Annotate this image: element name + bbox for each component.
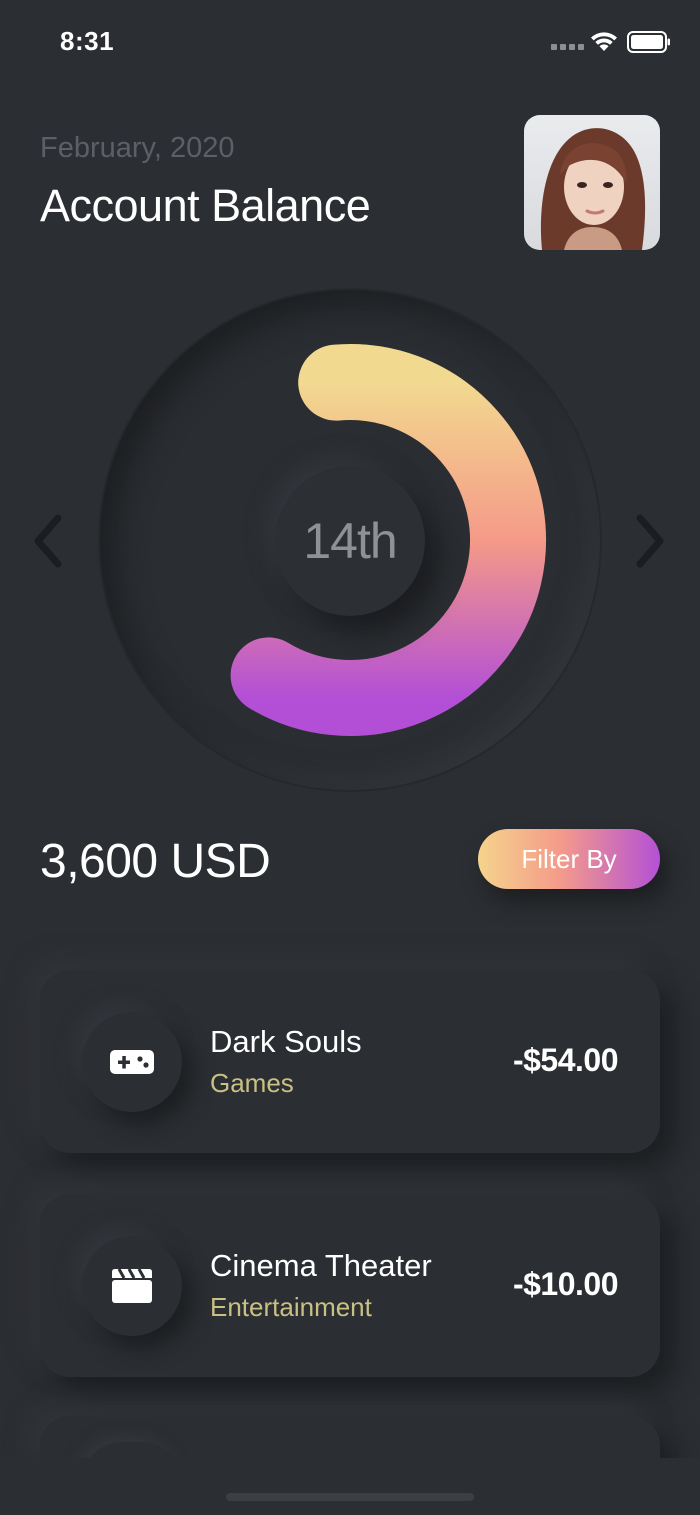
transaction-icon-circle — [82, 1236, 182, 1336]
transaction-amount: -$54.00 — [512, 1042, 619, 1078]
wifi-icon — [591, 32, 617, 51]
cellular-signal-icon — [551, 44, 585, 52]
selected-day-label: 14th — [303, 513, 397, 569]
transaction-category: Games — [210, 1068, 294, 1098]
filter-by-button[interactable]: Filter By — [478, 829, 660, 889]
status-time: 8:31 — [60, 26, 115, 56]
transaction-category: Entertainment — [210, 1292, 372, 1322]
month-label: February, 2020 — [40, 132, 235, 164]
clapperboard-icon — [112, 1268, 152, 1303]
avatar-image — [524, 115, 660, 250]
avatar[interactable] — [524, 115, 660, 250]
status-bar: 8:31 — [0, 0, 700, 88]
gauge-center: 14th — [275, 466, 425, 616]
transaction-name: Dark Souls — [210, 1024, 362, 1059]
transaction-card-dark-souls[interactable]: Dark Souls Games -$54.00 — [40, 970, 660, 1153]
previous-arrow-icon[interactable] — [30, 512, 66, 570]
balance-amount: 3,600 USD — [40, 835, 271, 888]
battery-icon — [627, 31, 670, 53]
balance-gauge: 14th — [100, 290, 600, 790]
transaction-card-cinema-theater[interactable]: Cinema Theater Entertainment -$10.00 — [40, 1194, 660, 1377]
gamepad-icon — [110, 1050, 154, 1074]
bottom-safe-area — [0, 1458, 700, 1515]
transaction-amount: -$10.00 — [512, 1266, 619, 1302]
transaction-name: Cinema Theater — [210, 1248, 432, 1283]
page-title: Account Balance — [40, 180, 371, 231]
transaction-icon-circle — [82, 1012, 182, 1112]
next-arrow-icon[interactable] — [632, 512, 668, 570]
home-indicator[interactable] — [226, 1493, 474, 1501]
